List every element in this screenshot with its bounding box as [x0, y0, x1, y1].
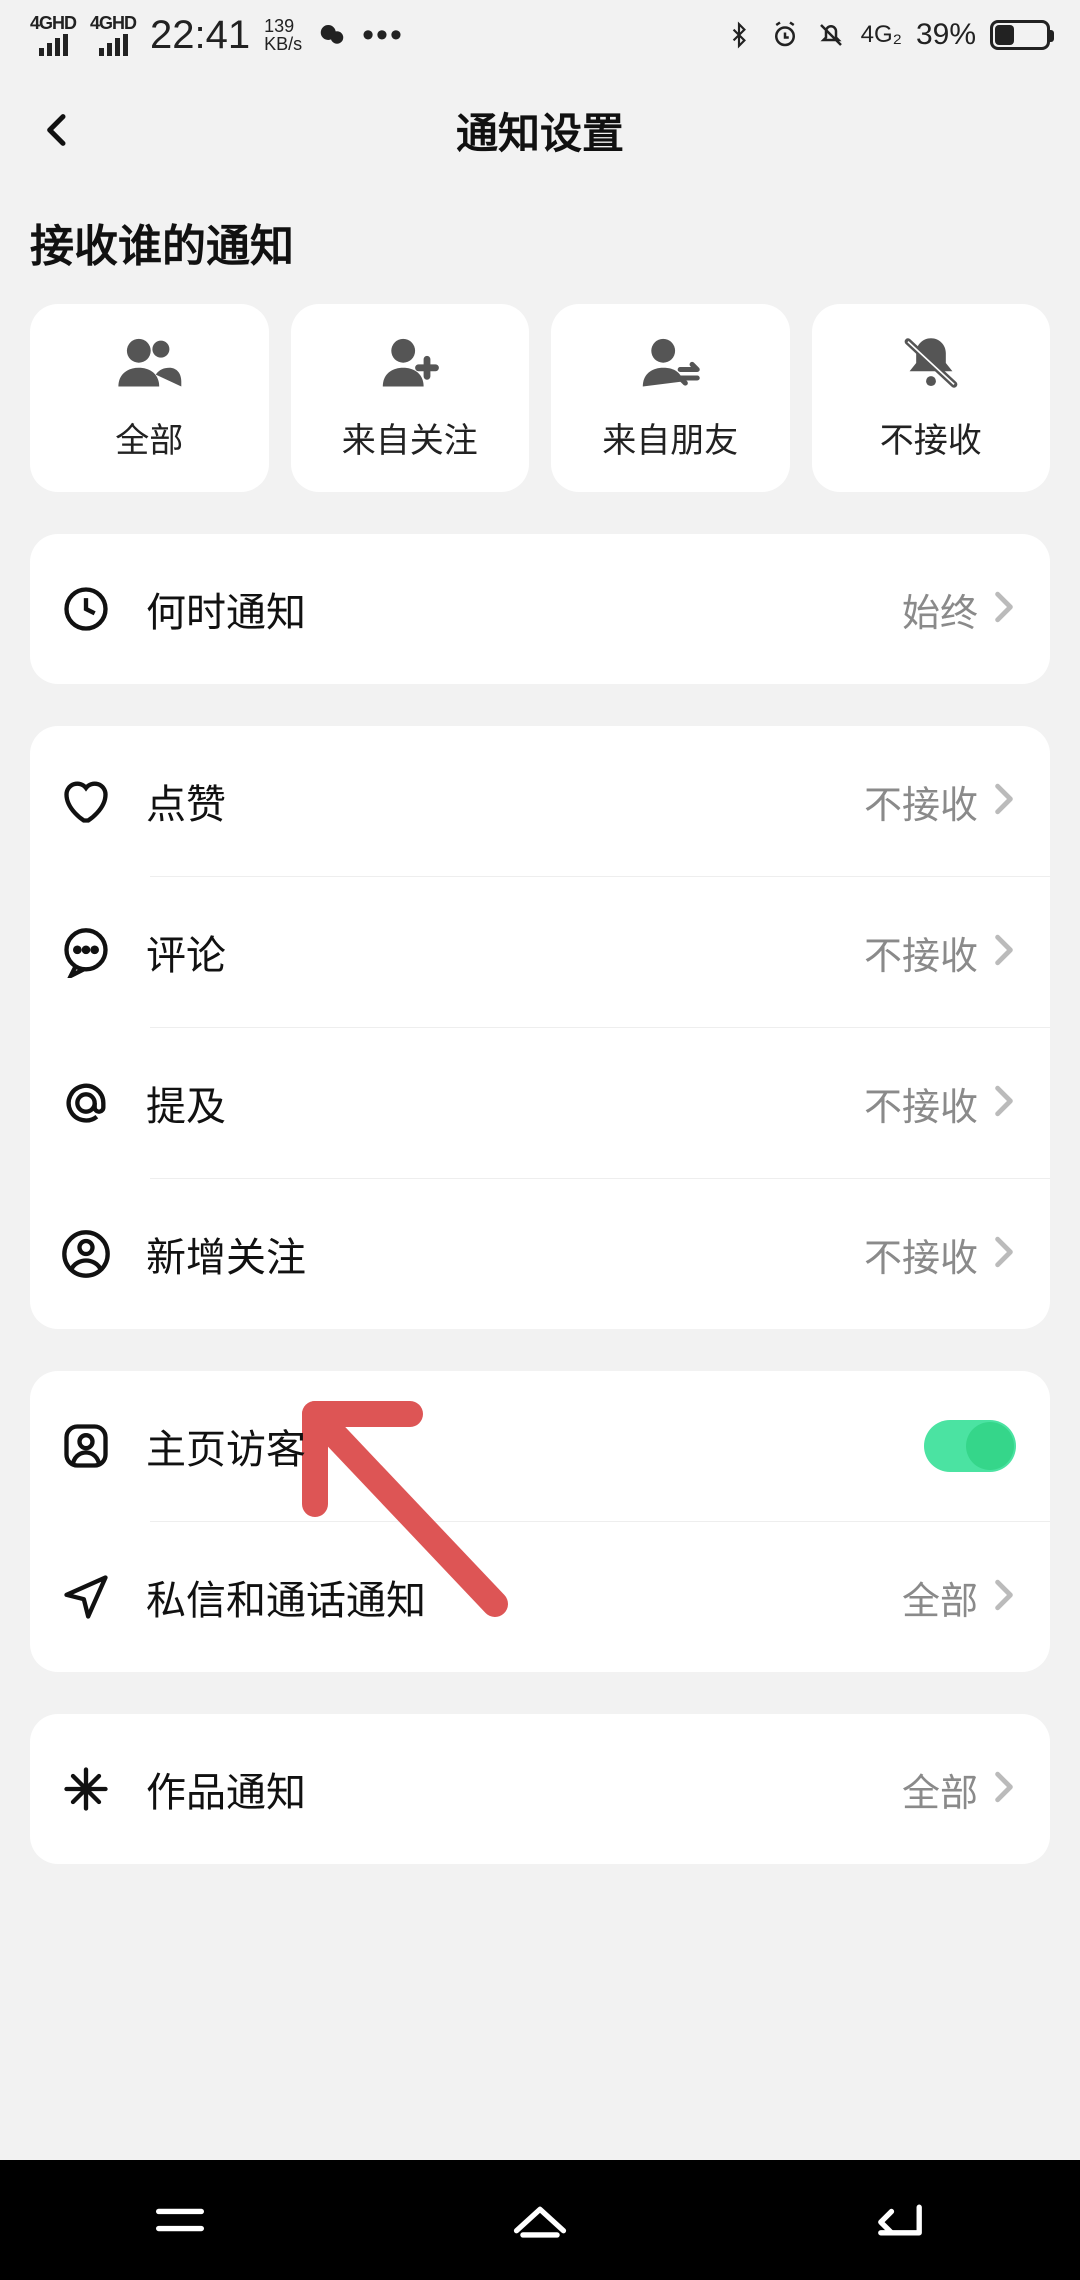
heart-icon: [60, 775, 112, 827]
section-heading: 接收谁的通知: [0, 190, 1080, 304]
more-icon: •••: [362, 16, 404, 55]
card-when: 何时通知 始终: [30, 534, 1050, 684]
bluetooth-icon: [723, 19, 755, 51]
row-mention[interactable]: 提及 不接收: [30, 1028, 1050, 1178]
battery-pct: 39%: [916, 18, 976, 52]
alarm-icon: [769, 19, 801, 51]
send-icon: [60, 1571, 112, 1623]
card-social: 主页访客 私信和通话通知 全部: [30, 1371, 1050, 1672]
card-works: 作品通知 全部: [30, 1714, 1050, 1864]
row-works-label: 作品通知: [146, 1760, 902, 1818]
row-mention-value: 不接收: [864, 1076, 978, 1131]
chevron-right-icon: [994, 1771, 1016, 1807]
system-navbar: [0, 2160, 1080, 2280]
signal-bars-icon: [39, 34, 68, 56]
page-title: 通知设置: [0, 100, 1080, 161]
chevron-right-icon: [994, 1085, 1016, 1121]
row-new-follower-label: 新增关注: [146, 1225, 864, 1283]
bell-mute-icon: [815, 19, 847, 51]
net-rate-num: 139: [264, 17, 302, 35]
wechat-icon: [316, 19, 348, 51]
bell-off-icon: [897, 335, 965, 395]
filter-none-label: 不接收: [880, 413, 982, 462]
nav-recent-button[interactable]: [148, 2196, 212, 2244]
row-dm[interactable]: 私信和通话通知 全部: [30, 1522, 1050, 1672]
filter-from-friends-label: 来自朋友: [602, 413, 738, 462]
sparkle-icon: [60, 1763, 112, 1815]
filter-from-follow-label: 来自关注: [342, 413, 478, 462]
nav-home-button[interactable]: [508, 2196, 572, 2244]
row-when-value: 始终: [902, 582, 978, 637]
row-works[interactable]: 作品通知 全部: [30, 1714, 1050, 1864]
signal-2: 4GHD: [90, 14, 136, 56]
row-visitor-label: 主页访客: [146, 1417, 924, 1475]
filter-none[interactable]: 不接收: [812, 304, 1051, 492]
filter-all[interactable]: 全部: [30, 304, 269, 492]
clock-icon: [60, 583, 112, 635]
signal-1: 4GHD: [30, 14, 76, 56]
row-dm-label: 私信和通话通知: [146, 1568, 902, 1626]
row-like-value: 不接收: [864, 774, 978, 829]
row-like[interactable]: 点赞 不接收: [30, 726, 1050, 876]
back-button[interactable]: [28, 100, 88, 160]
row-visitor[interactable]: 主页访客: [30, 1371, 1050, 1521]
row-like-label: 点赞: [146, 772, 864, 830]
row-works-value: 全部: [902, 1762, 978, 1817]
status-left: 4GHD 4GHD 22:41 139 KB/s •••: [30, 13, 404, 58]
row-new-follower-value: 不接收: [864, 1227, 978, 1282]
clock-time: 22:41: [150, 13, 250, 58]
filter-from-friends[interactable]: 来自朋友: [551, 304, 790, 492]
people-icon: [115, 335, 183, 395]
filter-all-label: 全部: [115, 413, 183, 462]
filter-from-follow[interactable]: 来自关注: [291, 304, 530, 492]
net-type: 4G₂: [861, 21, 902, 49]
visitor-icon: [60, 1420, 112, 1472]
at-icon: [60, 1077, 112, 1129]
row-when-label: 何时通知: [146, 580, 902, 638]
row-comment[interactable]: 评论 不接收: [30, 877, 1050, 1027]
row-dm-value: 全部: [902, 1570, 978, 1625]
person-swap-icon: [636, 335, 704, 395]
row-comment-value: 不接收: [864, 925, 978, 980]
app-header: 通知设置: [0, 70, 1080, 190]
nav-back-button[interactable]: [868, 2196, 932, 2244]
row-when-notify[interactable]: 何时通知 始终: [30, 534, 1050, 684]
row-new-follower[interactable]: 新增关注 不接收: [30, 1179, 1050, 1329]
signal-2-label: 4GHD: [90, 14, 136, 32]
signal-bars-icon: [99, 34, 128, 56]
chevron-right-icon: [994, 783, 1016, 819]
chevron-right-icon: [994, 1579, 1016, 1615]
row-mention-label: 提及: [146, 1074, 864, 1132]
net-rate-unit: KB/s: [264, 35, 302, 53]
comment-icon: [60, 926, 112, 978]
net-rate: 139 KB/s: [264, 17, 302, 53]
battery-icon: [990, 20, 1050, 50]
person-plus-icon: [376, 335, 444, 395]
user-circle-icon: [60, 1228, 112, 1280]
status-right: 4G₂ 39%: [723, 18, 1050, 52]
chevron-right-icon: [994, 591, 1016, 627]
status-bar: 4GHD 4GHD 22:41 139 KB/s ••• 4G₂ 39%: [0, 0, 1080, 70]
visitor-toggle[interactable]: [924, 1420, 1016, 1472]
chevron-right-icon: [994, 1236, 1016, 1272]
card-notifications: 点赞 不接收 评论 不接收 提及 不接收 新增关注 不接收: [30, 726, 1050, 1329]
row-comment-label: 评论: [146, 923, 864, 981]
chevron-right-icon: [994, 934, 1016, 970]
filter-row: 全部 来自关注 来自朋友 不接收: [0, 304, 1080, 534]
signal-1-label: 4GHD: [30, 14, 76, 32]
